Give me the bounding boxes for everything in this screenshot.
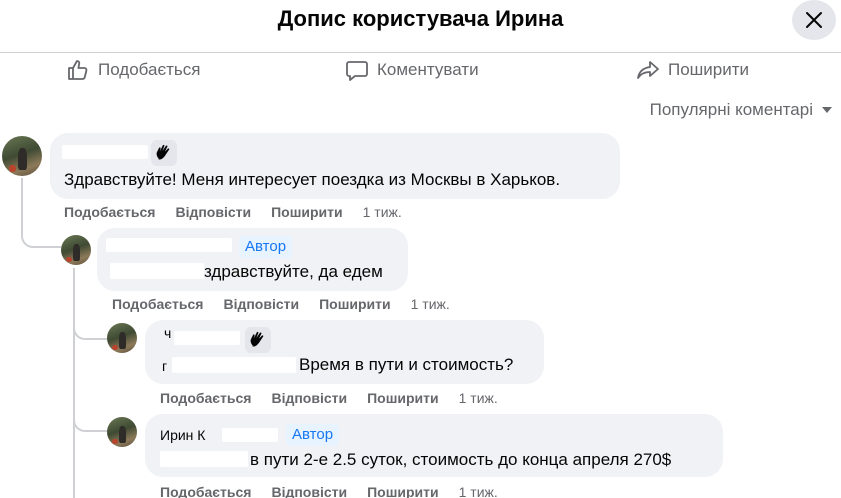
comment-timestamp[interactable]: 1 тиж. xyxy=(459,484,498,498)
comment-like-link[interactable]: Подобається xyxy=(160,390,251,406)
share-button[interactable]: Поширити xyxy=(636,56,749,84)
avatar[interactable] xyxy=(61,235,91,265)
wave-badge xyxy=(245,327,271,353)
comment-text: в пути 2-е 2.5 суток, стоимость до конца… xyxy=(250,450,672,469)
comment-actions: Подобається Відповісти Поширити 1 тиж. xyxy=(160,484,498,498)
waving-hand-icon xyxy=(156,144,170,160)
comment-like-link[interactable]: Подобається xyxy=(160,484,251,498)
dialog-header: Допис користувача Ирина xyxy=(0,0,841,48)
comment-text: здравствуйте, да едем xyxy=(204,262,383,281)
comment-reply-link[interactable]: Відповісти xyxy=(271,484,347,498)
comment-actions: Подобається Відповісти Поширити 1 тиж. xyxy=(112,296,450,312)
author-badge: Автор xyxy=(286,424,340,446)
comment-reply-link[interactable]: Відповісти xyxy=(175,204,251,220)
thread-connector xyxy=(21,218,61,248)
comment-button[interactable]: Коментувати xyxy=(345,56,479,84)
post-action-bar: Подобається Коментувати Поширити xyxy=(0,56,841,84)
comment-share-link[interactable]: Поширити xyxy=(319,296,391,312)
redacted-text xyxy=(110,263,204,279)
comment-label: Коментувати xyxy=(377,60,479,79)
comment-text: Здравствуйте! Меня интересует поездка из… xyxy=(64,170,561,189)
avatar[interactable] xyxy=(107,323,137,353)
caret-down-icon xyxy=(822,107,832,113)
avatar[interactable] xyxy=(107,417,137,447)
like-label: Подобається xyxy=(98,60,201,79)
dialog-title: Допис користувача Ирина xyxy=(277,6,564,31)
comment-text: Время в пути и стоимость? xyxy=(299,355,514,374)
comment-timestamp[interactable]: 1 тиж. xyxy=(459,390,498,406)
author-badge: Автор xyxy=(239,236,293,258)
name-prefix: Ирин К xyxy=(160,427,206,443)
comment-sort-dropdown[interactable]: Популярні коментарі xyxy=(650,100,833,120)
redacted-name xyxy=(174,331,240,345)
waving-hand-icon xyxy=(250,331,264,347)
wave-badge xyxy=(151,140,177,166)
comment-timestamp[interactable]: 1 тиж. xyxy=(363,204,402,220)
comment-reply-link[interactable]: Відповісти xyxy=(223,296,299,312)
comment-actions: Подобається Відповісти Поширити 1 тиж. xyxy=(64,204,402,220)
thread-connector xyxy=(73,318,107,340)
redacted-name xyxy=(106,238,232,252)
avatar[interactable] xyxy=(2,136,42,176)
redacted-text xyxy=(172,357,296,373)
thread-connector xyxy=(73,410,107,432)
speech-bubble-icon xyxy=(346,61,368,81)
comment-actions: Подобається Відповісти Поширити 1 тиж. xyxy=(160,390,498,406)
comment-share-link[interactable]: Поширити xyxy=(271,204,343,220)
comment-like-link[interactable]: Подобається xyxy=(64,204,155,220)
text-prefix: г xyxy=(162,358,168,374)
comment-reply-link[interactable]: Відповісти xyxy=(271,390,347,406)
header-divider xyxy=(0,52,841,53)
comment-share-link[interactable]: Поширити xyxy=(367,484,439,498)
redacted-name xyxy=(62,145,148,159)
close-button[interactable] xyxy=(792,0,836,40)
comment-timestamp[interactable]: 1 тиж. xyxy=(411,296,450,312)
name-prefix: ч xyxy=(164,325,172,341)
redacted-text xyxy=(160,451,248,467)
sort-label: Популярні коментарі xyxy=(649,100,813,119)
comment-like-link[interactable]: Подобається xyxy=(112,296,203,312)
share-label: Поширити xyxy=(668,60,750,79)
close-icon xyxy=(806,12,822,28)
redacted-name xyxy=(222,428,278,442)
share-arrow-icon xyxy=(637,61,659,79)
thread-line xyxy=(73,268,75,498)
thumbs-up-icon xyxy=(68,60,88,80)
like-button[interactable]: Подобається xyxy=(66,56,201,84)
comment-share-link[interactable]: Поширити xyxy=(367,390,439,406)
